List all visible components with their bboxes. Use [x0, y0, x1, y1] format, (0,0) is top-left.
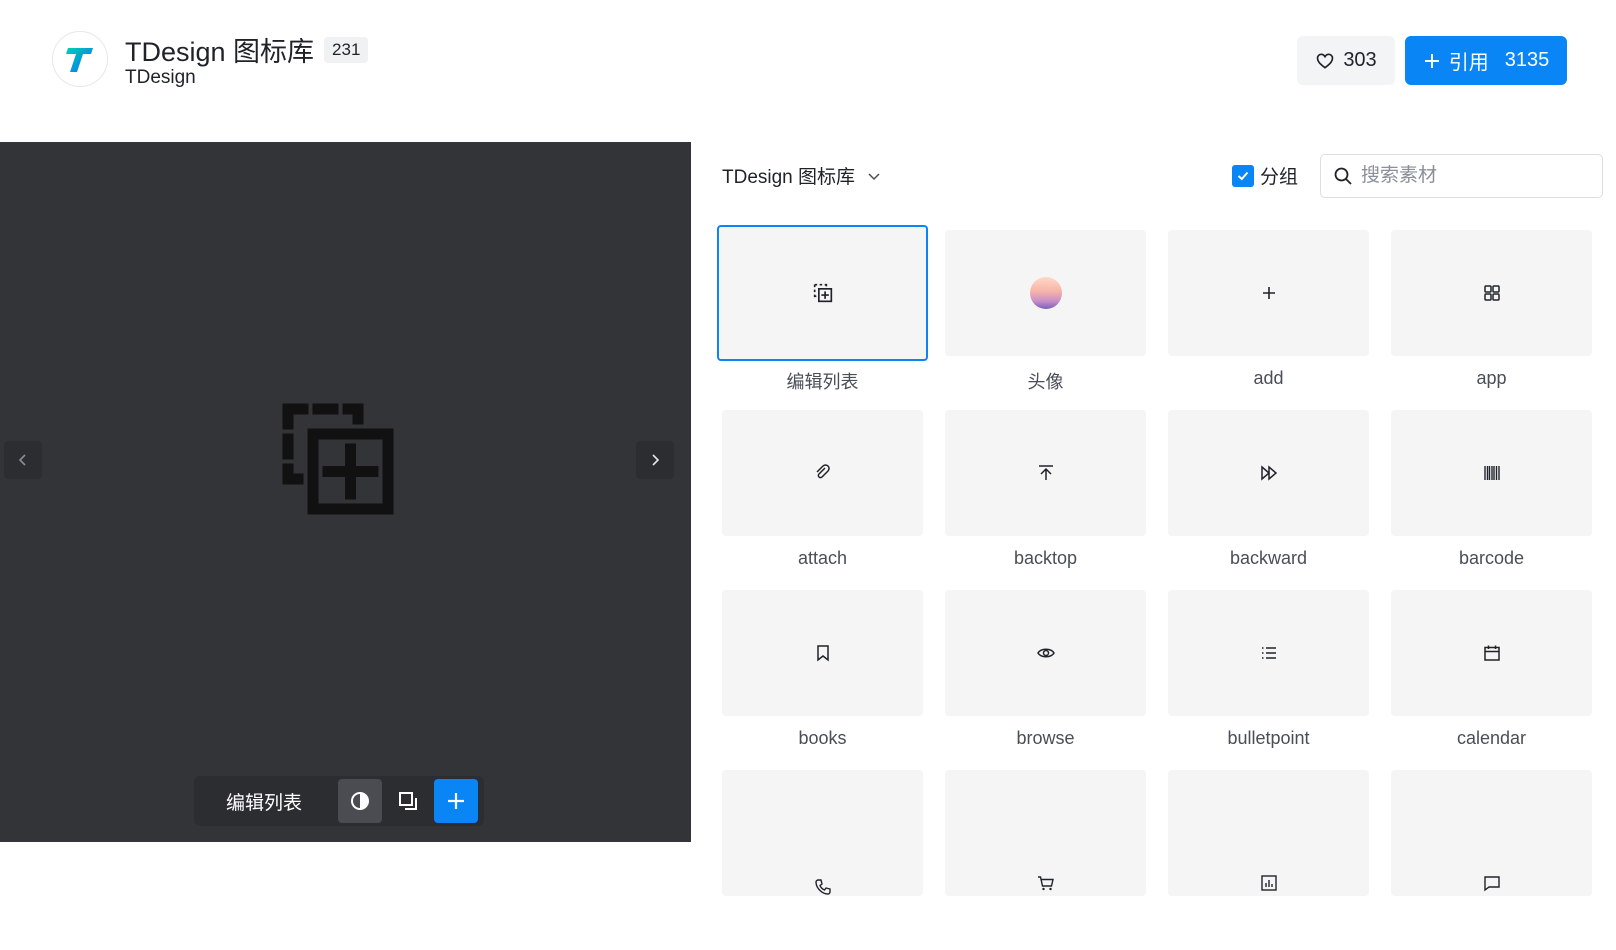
preview-toolbar: 编辑列表 [194, 776, 484, 826]
prev-icon-button[interactable] [4, 441, 42, 479]
bulletpoint-icon [1261, 647, 1276, 659]
search-box[interactable] [1320, 154, 1603, 198]
browse-icon [1036, 648, 1055, 658]
icon-tile [1168, 770, 1369, 896]
icon-card-avatar[interactable]: 头像 [945, 230, 1146, 410]
preview-icon-name: 编辑列表 [225, 792, 302, 814]
backtop-icon [1038, 465, 1053, 480]
like-count: 303 [1343, 49, 1377, 71]
call-icon [814, 879, 831, 895]
icon-label: add [1253, 368, 1284, 388]
icon-card-cart[interactable] [945, 770, 1146, 950]
background-toggle-button[interactable] [386, 779, 430, 823]
checkbox-checked-icon[interactable] [1232, 164, 1254, 187]
page-header: TDesign 图标库 231 TDesign 303 引用 3135 [0, 0, 1616, 142]
icon-label: calendar [1456, 728, 1527, 748]
icon-card-app[interactable]: app [1391, 230, 1592, 410]
tdesign-logo [52, 31, 108, 87]
cite-count: 3135 [1504, 49, 1550, 71]
icon-tile [1391, 590, 1592, 716]
icon-count-badge: 231 [324, 36, 369, 63]
icon-tile [1168, 410, 1369, 536]
chevron-down-icon [868, 172, 880, 180]
calendar-icon [1483, 645, 1500, 661]
layers-icon [399, 792, 417, 810]
icon-card-attach[interactable]: attach [722, 410, 923, 590]
icon-label: app [1476, 368, 1507, 388]
icon-card-chart[interactable] [1168, 770, 1369, 950]
cite-label: 引用 [1448, 52, 1489, 74]
chevron-left-icon [18, 454, 26, 466]
title-row: TDesign 图标库 231 [125, 30, 369, 69]
heart-icon [1316, 52, 1334, 69]
edit-list-icon [813, 283, 832, 303]
icon-card-backward[interactable]: backward [1168, 410, 1369, 590]
icon-card-browse[interactable]: browse [945, 590, 1146, 770]
icon-tile [945, 410, 1146, 536]
library-title: TDesign 图标库 [125, 37, 315, 67]
library-select-value: TDesign 图标库 [722, 167, 856, 188]
chart-icon [1260, 875, 1277, 891]
search-input[interactable] [1361, 165, 1591, 187]
contrast-icon [351, 792, 369, 810]
icon-tile [1391, 230, 1592, 356]
plus-icon [1424, 53, 1439, 68]
icon-tile [945, 590, 1146, 716]
icon-grid: 编辑列表 头像 add app attach backtop backward … [717, 225, 1602, 950]
icon-tile [945, 770, 1146, 896]
add-to-project-button[interactable] [434, 779, 478, 823]
plus-icon [448, 793, 464, 809]
tdesign-logo-icon [66, 48, 93, 72]
icon-tile [722, 590, 923, 716]
search-icon [1334, 167, 1352, 185]
icon-card-bulletpoint[interactable]: bulletpoint [1168, 590, 1369, 770]
next-icon-button[interactable] [636, 441, 674, 479]
group-checkbox[interactable]: 分组 [1232, 162, 1298, 189]
icon-tile [945, 230, 1146, 356]
icon-label: 编辑列表 [786, 372, 859, 392]
icon-card-books[interactable]: books [722, 590, 923, 770]
icon-label: books [798, 728, 847, 748]
icon-label: bulletpoint [1227, 728, 1310, 748]
icon-card-add[interactable]: add [1168, 230, 1369, 410]
barcode-icon [1483, 466, 1500, 480]
icon-list-panel: TDesign 图标库 分组 编辑列表 [691, 142, 1616, 896]
icon-tile [1168, 230, 1369, 356]
icon-tile [1391, 770, 1592, 896]
icon-card-barcode[interactable]: barcode [1391, 410, 1592, 590]
icon-card-chat[interactable] [1391, 770, 1592, 950]
icon-preview-panel: 编辑列表 [0, 142, 691, 842]
icon-tile [1168, 590, 1369, 716]
icon-tile [1391, 410, 1592, 536]
avatar-icon [1029, 277, 1062, 309]
edit-list-preview-icon [282, 403, 394, 515]
library-select[interactable]: TDesign 图标库 [722, 162, 881, 189]
icon-label: attach [797, 548, 848, 568]
icon-card-edit-list[interactable]: 编辑列表 [717, 225, 928, 410]
icon-card-calendar[interactable]: calendar [1391, 590, 1592, 770]
like-button[interactable]: 303 [1297, 36, 1395, 85]
icon-label: backward [1229, 548, 1308, 568]
icon-label: browse [1016, 728, 1075, 748]
attach-icon [815, 464, 830, 479]
chat-icon [1483, 876, 1500, 892]
icon-card-call[interactable] [722, 770, 923, 950]
icon-tile [717, 225, 928, 361]
icon-tile [722, 770, 923, 896]
icon-label: 头像 [1027, 372, 1064, 392]
app-icon [1483, 285, 1500, 301]
books-icon [816, 645, 829, 662]
icon-tile [722, 410, 923, 536]
chevron-right-icon [652, 454, 660, 466]
cart-icon [1037, 876, 1054, 891]
icon-card-backtop[interactable]: backtop [945, 410, 1146, 590]
cite-button[interactable]: 引用 3135 [1405, 36, 1567, 85]
contrast-toggle-button[interactable] [338, 779, 382, 823]
add-icon [1262, 287, 1275, 299]
author-name[interactable]: TDesign [125, 67, 196, 89]
backward-icon [1260, 465, 1277, 481]
icon-label: barcode [1458, 548, 1525, 568]
icon-label: backtop [1013, 548, 1078, 568]
group-label: 分组 [1260, 167, 1299, 188]
